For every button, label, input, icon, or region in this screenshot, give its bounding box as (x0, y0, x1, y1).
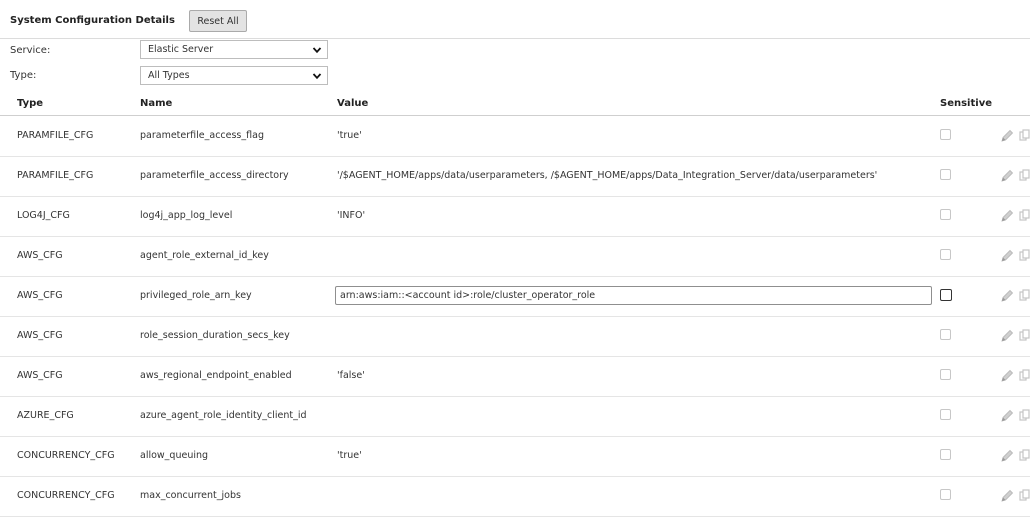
table-row: PARAMFILE_CFG parameterfile_access_direct… (0, 156, 1030, 197)
row-type: CONCURRENCY_CFG (17, 450, 115, 461)
copy-icon[interactable] (1018, 448, 1030, 464)
pencil-icon[interactable] (999, 168, 1015, 184)
row-name: azure_agent_role_identity_client_id (140, 410, 307, 421)
row-type: CONCURRENCY_CFG (17, 490, 115, 501)
row-type: AWS_CFG (17, 330, 63, 341)
table-row: AZURE_CFG azure_agent_role_identity_clien… (0, 396, 1030, 437)
service-select[interactable]: Elastic Server (140, 40, 328, 59)
row-name: role_session_duration_secs_key (140, 330, 290, 341)
copy-icon[interactable] (1018, 248, 1030, 264)
row-value: 'false' (337, 370, 365, 381)
row-type: PARAMFILE_CFG (17, 170, 94, 181)
table-row: CONCURRENCY_CFG max_concurrent_jobs (0, 476, 1030, 517)
sensitive-checkbox[interactable] (940, 249, 951, 260)
sensitive-checkbox[interactable] (940, 129, 951, 140)
copy-icon[interactable] (1018, 368, 1030, 384)
column-header-type[interactable]: Type (17, 98, 43, 109)
column-header-name[interactable]: Name (140, 98, 172, 109)
copy-icon[interactable] (1018, 488, 1030, 504)
row-name: privileged_role_arn_key (140, 290, 252, 301)
sensitive-checkbox[interactable] (940, 489, 951, 500)
pencil-icon[interactable] (999, 128, 1015, 144)
row-value-input[interactable]: arn:aws:iam::<account id>:role/cluster_o… (335, 286, 932, 305)
pencil-icon[interactable] (999, 248, 1015, 264)
page-title: System Configuration Details (10, 15, 175, 26)
copy-icon[interactable] (1018, 128, 1030, 144)
table-row: AWS_CFG agent_role_external_id_key (0, 236, 1030, 277)
table-row: AWS_CFG privileged_role_arn_key arn:aws:ia… (0, 276, 1030, 317)
row-value: '/$AGENT_HOME/apps/data/userparameters, … (337, 170, 878, 181)
reset-all-button[interactable]: Reset All (189, 10, 247, 32)
table-row: PARAMFILE_CFG parameterfile_access_flag 't… (0, 116, 1030, 157)
row-value: 'true' (337, 450, 362, 461)
row-name: parameterfile_access_directory (140, 170, 289, 181)
chevron-down-icon (312, 73, 322, 80)
row-type: PARAMFILE_CFG (17, 130, 94, 141)
row-type: AWS_CFG (17, 290, 63, 301)
sensitive-checkbox[interactable] (940, 409, 951, 420)
chevron-down-icon (312, 47, 322, 54)
pencil-icon[interactable] (999, 208, 1015, 224)
config-header: System Configuration Details Reset All (0, 0, 1030, 39)
service-label: Service: (10, 45, 51, 56)
table-row: LOG4J_CFG log4j_app_log_level 'INFO' (0, 196, 1030, 237)
sensitive-checkbox[interactable] (940, 329, 951, 340)
pencil-icon[interactable] (999, 368, 1015, 384)
sensitive-checkbox[interactable] (940, 369, 951, 380)
row-name: agent_role_external_id_key (140, 250, 269, 261)
row-name: allow_queuing (140, 450, 209, 461)
sensitive-checkbox[interactable] (940, 289, 952, 301)
type-select-value: All Types (148, 70, 190, 81)
sensitive-checkbox[interactable] (940, 209, 951, 220)
copy-icon[interactable] (1018, 408, 1030, 424)
pencil-icon[interactable] (999, 328, 1015, 344)
service-select-value: Elastic Server (148, 44, 214, 55)
column-header-value[interactable]: Value (337, 98, 368, 109)
copy-icon[interactable] (1018, 288, 1030, 304)
sensitive-checkbox[interactable] (940, 449, 951, 460)
row-type: AZURE_CFG (17, 410, 74, 421)
table-row: AWS_CFG aws_regional_endpoint_enabled 'fal… (0, 356, 1030, 397)
sensitive-checkbox[interactable] (940, 169, 951, 180)
row-name: log4j_app_log_level (140, 210, 233, 221)
row-name: aws_regional_endpoint_enabled (140, 370, 292, 381)
pencil-icon[interactable] (999, 288, 1015, 304)
pencil-icon[interactable] (999, 448, 1015, 464)
row-value: 'INFO' (337, 210, 366, 221)
copy-icon[interactable] (1018, 328, 1030, 344)
pencil-icon[interactable] (999, 488, 1015, 504)
type-select[interactable]: All Types (140, 66, 328, 85)
row-name: max_concurrent_jobs (140, 490, 241, 501)
row-name: parameterfile_access_flag (140, 130, 264, 141)
row-type: AWS_CFG (17, 250, 63, 261)
table-row: CONCURRENCY_CFG allow_queuing 'true' (0, 436, 1030, 477)
table-row: AWS_CFG role_session_duration_secs_key (0, 316, 1030, 357)
row-type: AWS_CFG (17, 370, 63, 381)
row-type: LOG4J_CFG (17, 210, 70, 221)
row-value: 'true' (337, 130, 362, 141)
copy-icon[interactable] (1018, 168, 1030, 184)
type-label: Type: (10, 70, 37, 81)
copy-icon[interactable] (1018, 208, 1030, 224)
pencil-icon[interactable] (999, 408, 1015, 424)
column-header-sensitive[interactable]: Sensitive (940, 98, 992, 109)
